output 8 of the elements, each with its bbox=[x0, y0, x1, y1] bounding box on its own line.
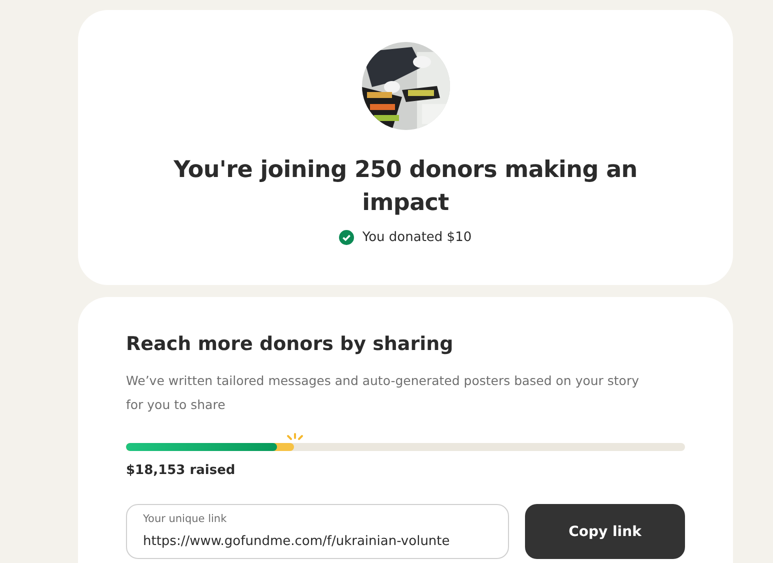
confirmation-text: You donated $10 bbox=[362, 230, 472, 245]
field-label: Your unique link bbox=[143, 513, 227, 525]
section-heading: Reach more donors by sharing bbox=[126, 332, 454, 357]
amount-raised: $18,153 raised bbox=[126, 463, 236, 478]
sparkle-icon bbox=[285, 433, 306, 443]
copy-link-button[interactable]: Copy link bbox=[525, 504, 685, 559]
description: We’ve written tailored messages and auto-generated posters based on your story for you to share bbox=[126, 372, 640, 414]
heading: You're joining 250 donors making an impact bbox=[172, 156, 638, 218]
